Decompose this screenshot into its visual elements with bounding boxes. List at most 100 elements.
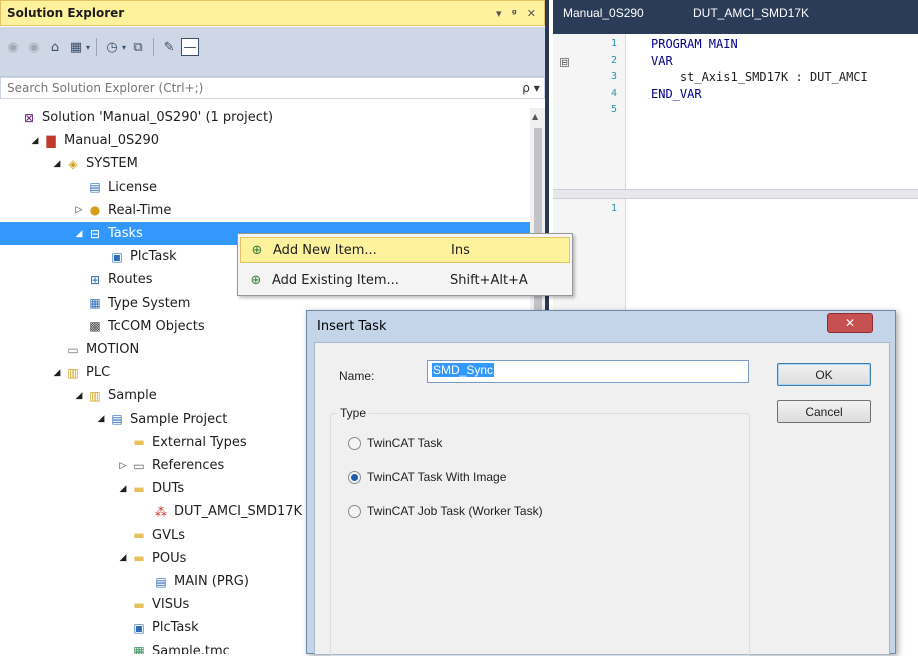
expand-toggle-icon[interactable]: ◢: [72, 391, 86, 401]
plc-task-icon: ▣: [133, 620, 145, 635]
tasks-icon: ⊟: [89, 226, 101, 241]
tree-item-label: TcCOM Objects: [108, 318, 205, 334]
insert-task-dialog: Insert Task ✕ Name: SMD_Sync OK Cancel T…: [306, 310, 896, 656]
tree-item-label: POUs: [152, 550, 187, 566]
properties-wrench-icon[interactable]: ✎: [160, 38, 178, 56]
tree-item-label: PlcTask: [130, 249, 177, 265]
window-position-dropdown-icon[interactable]: ▾: [496, 7, 502, 20]
search-input[interactable]: [7, 81, 518, 95]
option-label: TwinCAT Task: [367, 436, 443, 450]
option-label: TwinCAT Job Task (Worker Task): [367, 504, 543, 518]
tree-item[interactable]: ▷ ● Real-Time: [0, 199, 530, 222]
folder-icon: ▬: [133, 597, 145, 612]
cancel-button[interactable]: Cancel: [777, 400, 871, 423]
pin-icon[interactable]: ᵍ: [512, 7, 517, 20]
solution-icon: ⊠: [23, 110, 35, 125]
toolbar-separator: [96, 38, 98, 56]
expand-toggle-icon[interactable]: ◢: [116, 553, 130, 563]
add-new-item-icon: ⊕: [251, 242, 263, 258]
tree-item-label: MOTION: [86, 342, 140, 357]
sample-project-icon: ▤: [111, 412, 123, 427]
tree-item[interactable]: ▤ License: [0, 176, 530, 199]
dialog-close-button[interactable]: ✕: [827, 313, 873, 333]
tree-item[interactable]: ⊠ Solution 'Manual_0S290' (1 project): [0, 106, 530, 129]
radio-button-checked[interactable]: [348, 470, 361, 484]
option-twincat-job-task[interactable]: TwinCAT Job Task (Worker Task): [348, 504, 543, 518]
expand-toggle-icon[interactable]: ◢: [72, 229, 86, 239]
menu-item-shortcut: Shift+Alt+A: [450, 272, 528, 288]
expand-toggle-icon[interactable]: ◢: [50, 368, 64, 378]
tab-manual-0s290[interactable]: Manual_0S290: [563, 6, 644, 20]
menu-item-add-existing-item[interactable]: ⊕ Add Existing Item... Shift+Alt+A: [240, 267, 570, 293]
expand-toggle-icon[interactable]: ◢: [116, 484, 130, 494]
switch-views-icon[interactable]: ▦: [67, 38, 85, 56]
preview-selected-icon[interactable]: —: [181, 38, 200, 56]
routes-icon: ⊞: [89, 272, 101, 287]
plc-project-icon: ▥: [89, 388, 101, 403]
expand-toggle-icon[interactable]: ◢: [94, 414, 108, 424]
folder-open-icon: ▬: [133, 481, 145, 496]
declaration-editor[interactable]: 1 PROGRAM MAIN 2 ⊟ VAR 3 st_Axis1_SMD17K : DU…: [553, 34, 918, 189]
menu-item-add-new-item[interactable]: ⊕ Add New Item... Ins: [240, 237, 570, 263]
code-line: VAR: [651, 53, 673, 68]
solution-explorer-search: ρ ▾: [0, 77, 545, 99]
close-panel-icon[interactable]: ✕: [527, 7, 536, 20]
type-group-legend: Type: [337, 406, 370, 420]
plc-icon: ▥: [67, 365, 79, 380]
dialog-titlebar[interactable]: Insert Task: [307, 311, 895, 342]
line-number: 3: [610, 71, 617, 82]
filter-dropdown-icon[interactable]: ▾: [122, 43, 126, 52]
tree-item-label: Tasks: [108, 226, 143, 241]
search-icon[interactable]: ρ ▾: [518, 81, 544, 95]
folder-open-icon: ▬: [133, 551, 145, 566]
solution-explorer-title: Solution Explorer: [7, 6, 125, 20]
option-twincat-task[interactable]: TwinCAT Task: [348, 436, 442, 450]
tree-item-label: DUT_AMCI_SMD17K: [174, 504, 303, 520]
task-name-field[interactable]: SMD_Sync: [427, 360, 749, 383]
gutter-divider: [625, 34, 626, 189]
real-time-icon: ●: [89, 203, 101, 218]
add-existing-item-icon: ⊕: [250, 272, 262, 288]
license-icon: ▤: [89, 180, 101, 195]
expand-toggle-icon[interactable]: ▷: [72, 205, 86, 215]
tree-item-label: License: [108, 179, 158, 195]
tree-item-label: References: [152, 458, 225, 473]
tree-item[interactable]: ◢ ▇ Manual_0S290: [0, 129, 530, 152]
tree-item-label: Manual_0S290: [64, 133, 160, 149]
editor-tab-strip: Manual_0S290 DUT_AMCI_SMD17K: [553, 0, 918, 34]
sync-active-document-icon[interactable]: ⧉: [129, 38, 147, 56]
tree-item[interactable]: ◢ ◈ SYSTEM: [0, 152, 530, 175]
line-number: 1: [610, 203, 617, 214]
option-twincat-task-with-image[interactable]: TwinCAT Task With Image: [348, 470, 506, 484]
radio-button[interactable]: [348, 436, 361, 450]
twincat-project-icon: ▇: [46, 133, 56, 148]
home-icon[interactable]: ⌂: [46, 38, 64, 56]
expand-toggle-icon[interactable]: ▷: [116, 461, 130, 471]
dialog-body: Name: SMD_Sync OK Cancel Type TwinCAT Ta…: [314, 342, 890, 656]
switch-views-dropdown-icon[interactable]: ▾: [86, 43, 90, 52]
scroll-up-arrow-icon[interactable]: ▲: [532, 112, 538, 121]
radio-button[interactable]: [348, 504, 361, 518]
menu-item-label: Add New Item...: [273, 242, 377, 258]
tree-item-label: PlcTask: [152, 620, 199, 636]
type-system-icon: ▦: [89, 296, 101, 311]
fold-collapse-icon[interactable]: ⊟: [560, 57, 569, 67]
folder-icon: ▬: [133, 528, 145, 543]
task-name-value: SMD_Sync: [432, 363, 495, 377]
editor-splitter[interactable]: [553, 189, 918, 199]
tree-item-label: External Types: [152, 434, 247, 450]
tab-dut-amci-smd17k[interactable]: DUT_AMCI_SMD17K: [693, 6, 809, 20]
code-line: END_VAR: [651, 86, 702, 101]
task-type-group: Type TwinCAT Task TwinCAT Task With Imag…: [330, 406, 750, 656]
solution-explorer-toolbar: ◉ ◉ ⌂ ▦ ▾ ◷ ▾ ⧉ ✎ —: [0, 27, 545, 77]
expand-toggle-icon[interactable]: ◢: [28, 136, 42, 146]
toolbar-separator: [153, 38, 155, 56]
tree-item-label: SYSTEM: [86, 156, 138, 172]
pending-changes-filter-icon[interactable]: ◷: [103, 38, 121, 56]
ok-button[interactable]: OK: [777, 363, 871, 386]
back-icon[interactable]: ◉: [4, 38, 22, 56]
forward-icon[interactable]: ◉: [25, 38, 43, 56]
folder-icon: ▬: [133, 435, 145, 450]
expand-toggle-icon[interactable]: ◢: [50, 159, 64, 169]
tree-item-label: Sample Project: [130, 411, 228, 427]
